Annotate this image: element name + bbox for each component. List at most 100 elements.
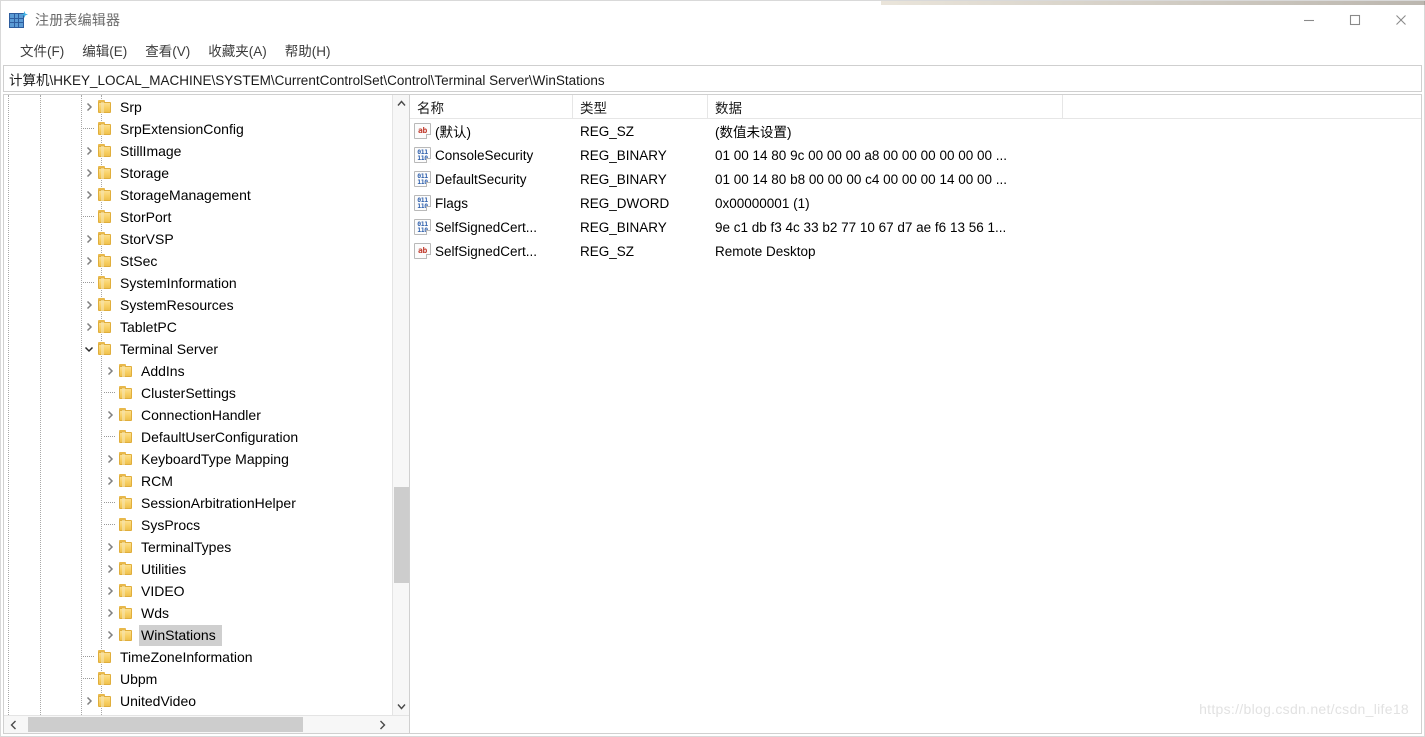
chevron-right-icon[interactable] bbox=[80, 140, 98, 162]
chevron-right-icon[interactable] bbox=[101, 536, 119, 558]
chevron-down-icon[interactable] bbox=[80, 338, 98, 360]
scroll-right-icon[interactable] bbox=[373, 716, 391, 733]
chevron-right-icon[interactable] bbox=[80, 184, 98, 206]
scroll-up-icon[interactable] bbox=[393, 95, 409, 112]
folder-icon bbox=[98, 100, 114, 114]
minimize-button[interactable] bbox=[1286, 1, 1332, 39]
scroll-left-icon[interactable] bbox=[4, 716, 22, 733]
binary-value-icon: 011 110 bbox=[414, 147, 431, 163]
tree-scroll-thumb[interactable] bbox=[394, 487, 409, 583]
folder-icon bbox=[98, 210, 114, 224]
tree-item-terminal-server[interactable]: Terminal Server bbox=[4, 338, 409, 360]
scroll-down-icon[interactable] bbox=[393, 698, 409, 715]
chevron-right-icon[interactable] bbox=[80, 96, 98, 118]
tree-item-winstations[interactable]: WinStations bbox=[4, 624, 409, 646]
value-row[interactable]: 011 110 ConsoleSecurity REG_BINARY 01 00 14 … bbox=[410, 143, 1421, 167]
value-row[interactable]: ab SelfSignedCert... REG_SZ Remote Desktop bbox=[410, 239, 1421, 263]
tree-item-stillimage[interactable]: StillImage bbox=[4, 140, 409, 162]
tree-item-storport[interactable]: StorPort bbox=[4, 206, 409, 228]
tree-item-storagemanagement[interactable]: StorageManagement bbox=[4, 184, 409, 206]
chevron-right-icon[interactable] bbox=[101, 580, 119, 602]
menu-item-favorites[interactable]: 收藏夹(A) bbox=[199, 42, 276, 63]
value-type-cell: REG_DWORD bbox=[580, 195, 670, 211]
chevron-right-icon[interactable] bbox=[101, 602, 119, 624]
chevron-right-icon[interactable] bbox=[80, 316, 98, 338]
column-header-data[interactable]: 数据 bbox=[708, 95, 1063, 119]
tree-item-storvsp[interactable]: StorVSP bbox=[4, 228, 409, 250]
value-name: ConsoleSecurity bbox=[435, 147, 534, 163]
close-button[interactable] bbox=[1378, 1, 1424, 39]
value-name-cell: 011 110 ConsoleSecurity bbox=[410, 143, 573, 167]
column-header-name[interactable]: 名称 bbox=[410, 95, 573, 119]
tree-item-timezoneinformation[interactable]: TimeZoneInformation bbox=[4, 646, 409, 668]
tree-item-storage[interactable]: Storage bbox=[4, 162, 409, 184]
chevron-right-icon[interactable] bbox=[101, 360, 119, 382]
tree-item-defaultuserconfiguration[interactable]: DefaultUserConfiguration bbox=[4, 426, 409, 448]
tree-item-systeminformation[interactable]: SystemInformation bbox=[4, 272, 409, 294]
tree-leaf-connector bbox=[80, 206, 98, 228]
tree-item-srpextensionconfig[interactable]: SrpExtensionConfig bbox=[4, 118, 409, 140]
tree-item-srp[interactable]: Srp bbox=[4, 96, 409, 118]
value-type-cell: REG_BINARY bbox=[580, 219, 667, 235]
tree-item-addins[interactable]: AddIns bbox=[4, 360, 409, 382]
chevron-right-icon[interactable] bbox=[80, 228, 98, 250]
tree-item-sessionarbitrationhelper[interactable]: SessionArbitrationHelper bbox=[4, 492, 409, 514]
tree-hscroll-thumb[interactable] bbox=[28, 717, 303, 732]
folder-icon bbox=[98, 166, 114, 180]
menu-item-file[interactable]: 文件(F) bbox=[11, 42, 73, 63]
tree-item-label: WinStations bbox=[139, 624, 222, 646]
tree-item-video[interactable]: VIDEO bbox=[4, 580, 409, 602]
value-name-cell: 011 110 Flags bbox=[410, 191, 573, 215]
value-row[interactable]: ab (默认) REG_SZ (数值未设置) bbox=[410, 119, 1421, 143]
tree-item-systemresources[interactable]: SystemResources bbox=[4, 294, 409, 316]
value-row[interactable]: 011 110 Flags REG_DWORD 0x00000001 (1) bbox=[410, 191, 1421, 215]
tree-horizontal-scrollbar[interactable] bbox=[4, 715, 409, 733]
tree-item-label: SystemResources bbox=[120, 297, 234, 313]
chevron-right-icon[interactable] bbox=[80, 690, 98, 712]
tree-item-tabletpc[interactable]: TabletPC bbox=[4, 316, 409, 338]
value-row[interactable]: 011 110 DefaultSecurity REG_BINARY 01 00 14 … bbox=[410, 167, 1421, 191]
tree-vertical-scrollbar[interactable] bbox=[392, 95, 409, 715]
tree-item-wds[interactable]: Wds bbox=[4, 602, 409, 624]
menu-item-edit[interactable]: 编辑(E) bbox=[73, 42, 136, 63]
tree-item-label: SystemInformation bbox=[120, 275, 237, 291]
tree-item-keyboardtype-mapping[interactable]: KeyboardType Mapping bbox=[4, 448, 409, 470]
tree-leaf-connector bbox=[80, 646, 98, 668]
menu-item-help[interactable]: 帮助(H) bbox=[276, 42, 340, 63]
address-bar[interactable]: 计算机\HKEY_LOCAL_MACHINE\SYSTEM\CurrentCon… bbox=[3, 65, 1422, 92]
folder-icon bbox=[98, 122, 114, 136]
chevron-right-icon[interactable] bbox=[80, 294, 98, 316]
folder-icon bbox=[119, 474, 135, 488]
maximize-button[interactable] bbox=[1332, 1, 1378, 39]
value-row[interactable]: 011 110 SelfSignedCert... REG_BINARY 9e c1 d… bbox=[410, 215, 1421, 239]
tree-leaf-connector bbox=[80, 118, 98, 140]
tree-item-label: RCM bbox=[141, 473, 173, 489]
chevron-right-icon[interactable] bbox=[101, 448, 119, 470]
chevron-right-icon[interactable] bbox=[101, 470, 119, 492]
tree-item-ubpm[interactable]: Ubpm bbox=[4, 668, 409, 690]
tree-item-label: Storage bbox=[120, 165, 170, 181]
value-type-cell: REG_BINARY bbox=[580, 171, 667, 187]
tree-item-utilities[interactable]: Utilities bbox=[4, 558, 409, 580]
column-header-type[interactable]: 类型 bbox=[573, 95, 708, 119]
tree-item-unitedvideo[interactable]: UnitedVideo bbox=[4, 690, 409, 712]
tree-item-clustersettings[interactable]: ClusterSettings bbox=[4, 382, 409, 404]
chevron-right-icon[interactable] bbox=[80, 162, 98, 184]
chevron-right-icon[interactable] bbox=[80, 250, 98, 272]
tree-item-label: Ubpm bbox=[120, 671, 158, 687]
chevron-right-icon[interactable] bbox=[101, 558, 119, 580]
title-bar: 注册表编辑器 bbox=[1, 1, 1424, 39]
tree-item-label: ConnectionHandler bbox=[141, 407, 261, 423]
folder-icon bbox=[119, 518, 135, 532]
tree-item-connectionhandler[interactable]: ConnectionHandler bbox=[4, 404, 409, 426]
chevron-right-icon[interactable] bbox=[101, 624, 119, 646]
tree-item-terminaltypes[interactable]: TerminalTypes bbox=[4, 536, 409, 558]
folder-icon bbox=[119, 364, 135, 378]
tree-item-sysprocs[interactable]: SysProcs bbox=[4, 514, 409, 536]
tree-item-stsec[interactable]: StSec bbox=[4, 250, 409, 272]
tree-viewport[interactable]: Srp SrpExtensionConfig StillImage Storage St… bbox=[4, 95, 409, 715]
folder-icon bbox=[98, 694, 114, 708]
chevron-right-icon[interactable] bbox=[101, 404, 119, 426]
tree-item-rcm[interactable]: RCM bbox=[4, 470, 409, 492]
menu-item-view[interactable]: 查看(V) bbox=[136, 42, 199, 63]
